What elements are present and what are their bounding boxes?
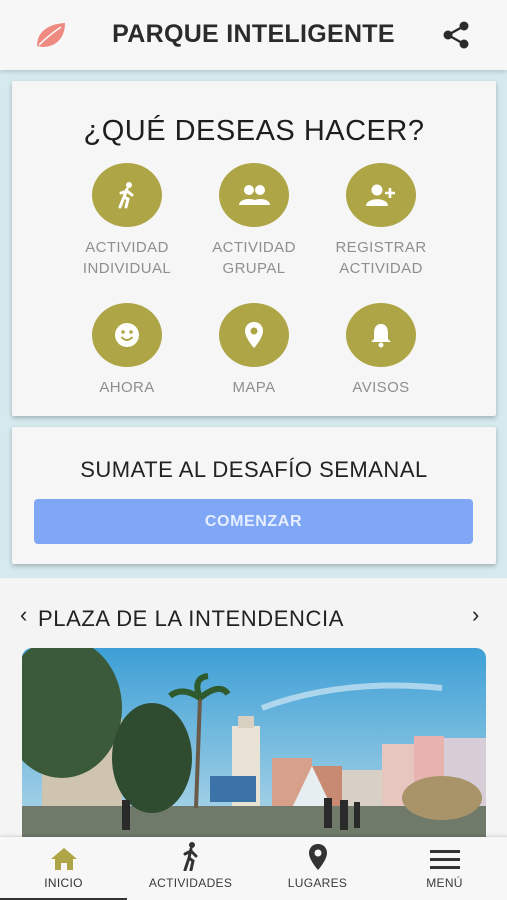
action-label: ACTIVIDAD INDIVIDUAL [82,239,172,277]
home-icon [0,837,127,871]
chevron-right-icon[interactable]: › [472,602,479,628]
nav-label: ACTIVIDADES [148,876,233,890]
action-label: ACTIVIDAD GRUPAL [212,239,296,277]
start-button[interactable]: COMENZAR [34,499,473,544]
chevron-left-icon[interactable]: ‹ [20,602,27,628]
action-label: MAPA [232,379,276,396]
nav-label: INICIO [44,876,83,890]
location-pin-icon [254,837,381,871]
group-activity-button[interactable]: ACTIVIDAD GRUPAL [189,163,319,279]
bell-icon [346,303,416,367]
alerts-button[interactable]: AVISOS [316,303,446,398]
challenge-title: SUMATE AL DESAFÍO SEMANAL [80,457,428,482]
nav-item-places[interactable]: LUGARES [254,837,381,900]
question-heading: ¿QUÉ DESEAS HACER? [83,115,425,147]
nav-label: MENÚ [426,876,463,890]
weekly-challenge-card: SUMATE AL DESAFÍO SEMANAL COMENZAR [12,427,496,564]
actions-card: ¿QUÉ DESEAS HACER? ACTIVIDAD INDIVIDUAL A… [12,81,496,416]
nav-label: LUGARES [287,876,348,890]
place-photo[interactable] [22,648,486,848]
walking-icon [127,837,254,871]
smiley-icon [92,303,162,367]
action-label: AHORA [99,379,155,396]
group-icon [219,163,289,227]
add-person-icon [346,163,416,227]
walking-person-icon [92,163,162,227]
app-title: PARQUE INTELIGENTE [112,20,395,48]
share-icon[interactable] [440,20,472,50]
place-carousel-header: ‹ PLAZA DE LA INTENDENCIA › [0,598,507,642]
place-name: PLAZA DE LA INTENDENCIA [38,606,344,631]
map-button[interactable]: MAPA [189,303,319,398]
map-pin-icon [219,303,289,367]
now-button[interactable]: AHORA [62,303,192,398]
hamburger-menu-icon [381,837,507,871]
register-activity-button[interactable]: REGISTRAR ACTIVIDAD [316,163,446,279]
nav-item-menu[interactable]: MENÚ [381,837,507,900]
individual-activity-button[interactable]: ACTIVIDAD INDIVIDUAL [62,163,192,279]
action-label: AVISOS [352,379,410,396]
app-header: PARQUE INTELIGENTE [0,0,507,70]
action-label: REGISTRAR ACTIVIDAD [335,239,427,277]
nav-item-activities[interactable]: ACTIVIDADES [127,837,254,900]
bottom-navigation: INICIO ACTIVIDADES LUGARES MENÚ [0,837,507,900]
nav-item-home[interactable]: INICIO [0,837,127,900]
